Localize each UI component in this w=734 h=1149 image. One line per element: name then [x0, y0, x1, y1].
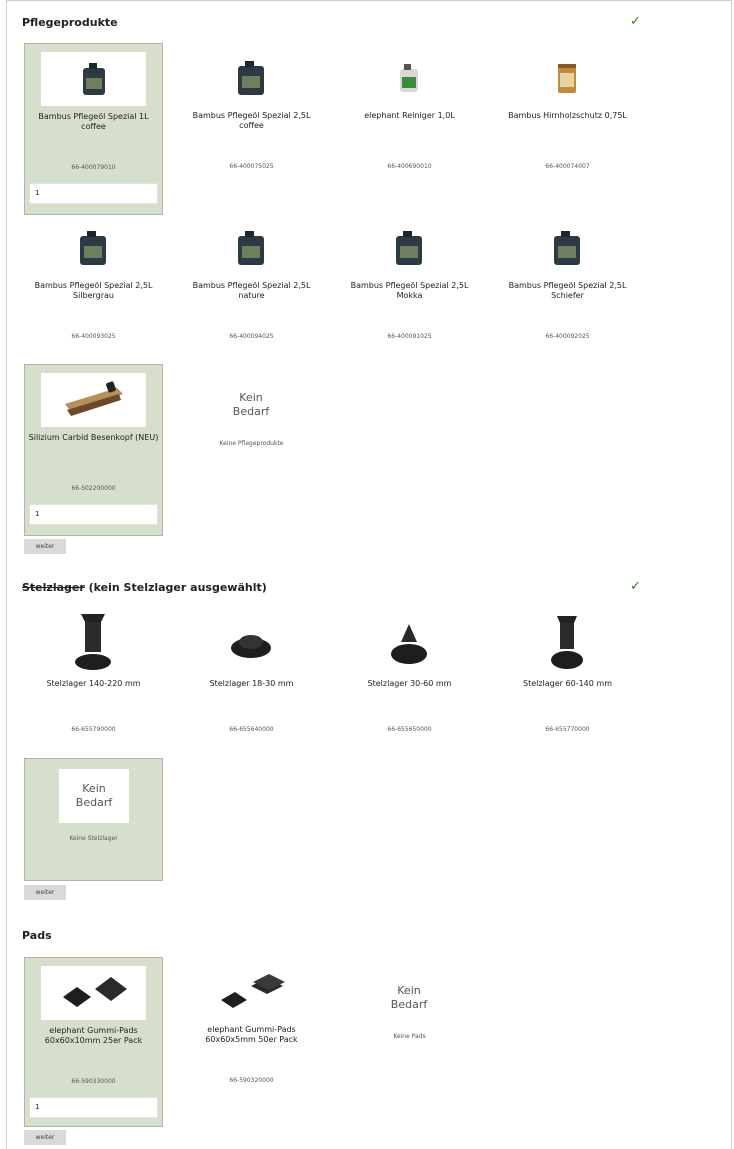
product-sku: 66-400091025: [387, 333, 432, 340]
quantity-input[interactable]: 1: [29, 1097, 158, 1118]
product-sku: 66-400092025: [545, 333, 590, 340]
pedestal-medium-icon: [356, 617, 461, 671]
title-note: (kein Stelzlager ausgewählt): [84, 581, 267, 594]
product-sku: 66-655790000: [71, 726, 116, 733]
kein-bedarf-box: Kein Bedarf: [374, 971, 444, 1025]
oil-canister-icon: [514, 221, 619, 275]
quantity-input[interactable]: 1: [29, 183, 158, 204]
wood-protection-can-icon: [514, 51, 619, 105]
pedestal-tall-icon: [514, 616, 619, 671]
product-card[interactable]: elephant Gummi-Pads 60x60x5mm 50er Pack …: [182, 957, 321, 1087]
product-card-selected[interactable]: Silizium Carbid Besenkopf (NEU) 66-50220…: [24, 364, 163, 536]
section-title-stelzlager: Stelzlager (kein Stelzlager ausgewählt): [22, 581, 267, 594]
kein-label: Kein: [397, 984, 421, 997]
product-sku: 66-400074007: [545, 163, 590, 170]
kein-bedarf-box: Kein Bedarf: [216, 378, 286, 432]
product-card[interactable]: Stelzlager 30-60 mm 66-655650000: [340, 609, 479, 749]
product-name: Stelzlager 30-60 mm: [367, 679, 452, 688]
product-name: Silizium Carbid Besenkopf (NEU): [28, 433, 159, 442]
product-sku: 66-400093025: [71, 333, 116, 340]
oil-canister-icon: [40, 221, 145, 275]
product-sku: 66-400079010: [71, 164, 116, 171]
product-name: Bambus Hirnholzschutz 0,75L: [508, 111, 627, 120]
product-sku: 66-655770000: [545, 726, 590, 733]
product-card[interactable]: Stelzlager 18-30 mm 66-655640000: [182, 609, 321, 749]
broom-head-icon: [41, 373, 146, 427]
oil-canister-icon: [41, 52, 146, 106]
product-card[interactable]: elephant Reiniger 1,0L 66-400690010: [340, 43, 479, 193]
kein-bedarf-box: Kein Bedarf: [59, 769, 129, 823]
product-card[interactable]: Stelzlager 60-140 mm 66-655770000: [498, 609, 637, 749]
product-sku: 66-502200000: [71, 485, 116, 492]
product-sku: 66-590320000: [229, 1077, 274, 1084]
product-name: Stelzlager 140-220 mm: [46, 679, 141, 688]
product-name: Bambus Pflegeöl Spezial 2,5L nature: [192, 281, 311, 300]
no-need-caption: Keine Pflegeprodukte: [219, 440, 284, 447]
next-button[interactable]: weiter: [24, 1130, 66, 1145]
product-name: Bambus Pflegeöl Spezial 2,5L coffee: [192, 111, 311, 130]
product-sku: 66-655650000: [387, 726, 432, 733]
product-name: Bambus Pflegeöl Spezial 2,5L Silbergrau: [34, 281, 153, 300]
product-name: Stelzlager 60-140 mm: [523, 679, 612, 688]
product-name: Bambus Pflegeöl Spezial 2,5L Mokka: [350, 281, 469, 300]
product-name: elephant Gummi-Pads 60x60x5mm 50er Pack: [205, 1025, 298, 1044]
kein-label: Kein: [239, 391, 263, 404]
no-need-caption: Keine Pads: [393, 1033, 426, 1040]
pedestal-flat-icon: [198, 617, 303, 671]
bedarf-label: Bedarf: [390, 998, 428, 1011]
product-name: elephant Gummi-Pads 60x60x10mm 25er Pack: [44, 1026, 143, 1045]
section-title-pflegeprodukte: Pflegeprodukte: [22, 16, 118, 29]
product-sku: 66-400075025: [229, 163, 274, 170]
cleaner-canister-icon: [356, 51, 461, 105]
product-card[interactable]: Bambus Pflegeöl Spezial 2,5L Mokka 66-40…: [340, 213, 479, 363]
no-need-option-selected[interactable]: Kein Bedarf Keine Stelzlager: [24, 758, 163, 881]
oil-canister-icon: [198, 51, 303, 105]
check-icon: ✓: [630, 579, 641, 594]
next-button[interactable]: weiter: [24, 885, 66, 900]
product-card[interactable]: Bambus Pflegeöl Spezial 2,5L coffee 66-4…: [182, 43, 321, 193]
no-need-option[interactable]: Kein Bedarf Keine Pflegeprodukte: [182, 364, 321, 474]
bedarf-label: Bedarf: [75, 796, 113, 809]
next-button[interactable]: weiter: [24, 539, 66, 554]
product-name: Bambus Pflegeöl Spezial 2,5L Schiefer: [508, 281, 627, 300]
product-card[interactable]: Bambus Pflegeöl Spezial 2,5L nature 66-4…: [182, 213, 321, 363]
product-card[interactable]: Bambus Pflegeöl Spezial 2,5L Silbergrau …: [24, 213, 163, 363]
product-card-selected[interactable]: elephant Gummi-Pads 60x60x10mm 25er Pack…: [24, 957, 163, 1127]
bedarf-label: Bedarf: [232, 405, 270, 418]
product-sku: 66-590330000: [71, 1078, 116, 1085]
rubber-pads-icon: [41, 966, 146, 1020]
product-sku: 66-400690010: [387, 163, 432, 170]
product-sku: 66-655640000: [229, 726, 274, 733]
title-struck: Stelzlager: [22, 581, 85, 594]
check-icon: ✓: [630, 14, 641, 29]
oil-canister-icon: [198, 221, 303, 275]
product-name: elephant Reiniger 1,0L: [364, 111, 455, 120]
kein-label: Kein: [82, 782, 106, 795]
product-card[interactable]: Bambus Hirnholzschutz 0,75L 66-400074007: [498, 43, 637, 193]
product-name: Stelzlager 18-30 mm: [209, 679, 294, 688]
no-need-option[interactable]: Kein Bedarf Keine Pads: [340, 957, 479, 1057]
quantity-input[interactable]: 1: [29, 504, 158, 525]
product-card-selected[interactable]: Bambus Pflegeöl Spezial 1L coffee 66-400…: [24, 43, 163, 215]
oil-canister-icon: [356, 221, 461, 275]
product-card[interactable]: Bambus Pflegeöl Spezial 2,5L Schiefer 66…: [498, 213, 637, 363]
rubber-pads-stack-icon: [198, 965, 303, 1019]
section-title-pads: Pads: [22, 929, 52, 942]
product-sku: 66-400094025: [229, 333, 274, 340]
product-card[interactable]: Stelzlager 140-220 mm 66-655790000: [24, 609, 163, 749]
pedestal-tall-icon: [40, 614, 145, 671]
product-name: Bambus Pflegeöl Spezial 1L coffee: [38, 112, 149, 131]
no-need-caption: Keine Stelzlager: [69, 835, 118, 842]
